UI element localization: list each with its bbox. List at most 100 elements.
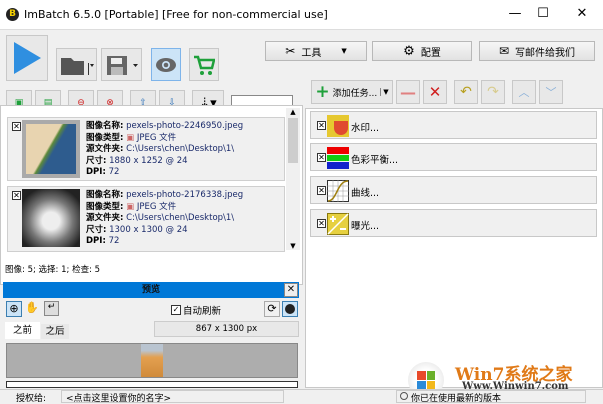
license-name-field[interactable]: <点击这里设置你的名字>: [61, 390, 284, 404]
open-button[interactable]: [56, 48, 97, 81]
exposure-icon: [327, 213, 349, 235]
task-checkbox[interactable]: ✕: [317, 121, 326, 130]
task-label: 曝光...: [351, 221, 380, 232]
dpi-label: DPI:: [86, 167, 106, 177]
redo-button[interactable]: ↷: [481, 80, 505, 104]
app-logo-icon: B: [6, 8, 19, 21]
jpeg-file-icon: ▣: [126, 132, 135, 143]
scroll-up-icon[interactable]: ▲: [286, 108, 300, 116]
scrollbar[interactable]: ▲ ▼: [286, 108, 300, 250]
auto-refresh-label: 自动刷新: [183, 306, 222, 317]
circle-icon: [285, 304, 295, 314]
save-icon: [106, 55, 138, 75]
task-item-watermark[interactable]: ✕ 水印...: [310, 111, 597, 139]
tab-before[interactable]: 之前: [5, 322, 40, 339]
task-label: 曲线...: [351, 188, 380, 199]
chevron-down-icon: ▼: [341, 47, 347, 55]
preview-close-button[interactable]: ✕: [284, 283, 298, 297]
fit-button[interactable]: ↵: [44, 301, 59, 316]
task-checkbox[interactable]: ✕: [317, 219, 326, 228]
minus-icon: —: [400, 82, 416, 102]
save-button[interactable]: [101, 48, 142, 81]
redo-icon: ↷: [487, 84, 499, 100]
task-checkbox[interactable]: ✕: [317, 186, 326, 195]
fit-icon: ↵: [47, 302, 56, 312]
remove-task-button[interactable]: —: [396, 80, 420, 104]
task-label: 水印...: [351, 123, 380, 134]
task-label: 色彩平衡...: [351, 155, 399, 166]
image-type: JPEG 文件: [136, 132, 177, 143]
window-title: ImBatch 6.5.0 [Portable] [Free for non-c…: [24, 8, 328, 21]
image-folder: C:\Users\chen\Desktop\1\: [126, 144, 235, 154]
plus-icon: +: [315, 82, 330, 102]
task-down-button[interactable]: ﹀: [539, 80, 563, 104]
name-label: 图像名称:: [86, 121, 124, 131]
image-list-item[interactable]: ✕ 图像名称: pexels-photo-2246950.jpeg 图像类型: …: [7, 117, 285, 181]
image-thumbnail: [22, 120, 80, 178]
task-item-exposure[interactable]: ✕ 曝光...: [310, 209, 597, 237]
refresh-button[interactable]: ⟳: [264, 301, 280, 317]
add-task-button[interactable]: + 添加任务... ▼: [311, 80, 393, 104]
progress-bar: [6, 381, 298, 388]
tab-after[interactable]: 之后: [41, 324, 69, 339]
settings-button[interactable]: ⚙ 配置: [372, 41, 472, 61]
play-icon: [14, 42, 41, 74]
image-size: 1880 x 1252 @ 24: [109, 155, 188, 166]
watermark-icon: [327, 115, 349, 137]
image-list-item[interactable]: ✕ 图像名称: pexels-photo-2176338.jpeg 图像类型: …: [7, 186, 285, 252]
status-bar: 授权给: <点击这里设置你的名字> 你已在使用最新的版本: [0, 389, 603, 404]
item-checkbox[interactable]: ✕: [12, 191, 21, 200]
name-label: 图像名称:: [86, 190, 124, 200]
jpeg-file-icon: ▣: [126, 201, 135, 212]
image-list: ✕ 图像名称: pexels-photo-2246950.jpeg 图像类型: …: [0, 105, 303, 285]
image-size: 1300 x 1300 @ 24: [109, 224, 188, 235]
image-dpi: 72: [108, 167, 120, 177]
preview-dimensions: 867 x 1300 px: [154, 321, 299, 337]
cart-icon: [194, 55, 215, 75]
dpi-label: DPI:: [86, 236, 106, 246]
preview-toggle-button[interactable]: [151, 48, 181, 81]
tools-button[interactable]: ✂ 工具 ▼: [265, 41, 367, 61]
image-name: pexels-photo-2176338.jpeg: [126, 190, 244, 200]
chevron-down-icon: ▼: [380, 88, 389, 96]
task-item-color-balance[interactable]: ✕ 色彩平衡...: [310, 143, 597, 171]
checkmark-icon: ✓: [171, 305, 181, 315]
gear-icon: ⚙: [403, 43, 415, 59]
item-checkbox[interactable]: ✕: [12, 122, 21, 131]
buy-button[interactable]: [189, 48, 219, 81]
maximize-button[interactable]: ☐: [523, 4, 563, 24]
auto-refresh-checkbox[interactable]: ✓ 自动刷新: [171, 303, 221, 317]
image-dpi: 72: [108, 236, 120, 246]
zoom-tool-button[interactable]: ⊕: [6, 301, 22, 317]
version-status: 你已在使用最新的版本: [396, 390, 586, 404]
hand-icon: ✋: [25, 301, 39, 314]
pan-tool-button[interactable]: ✋: [24, 301, 40, 317]
zoom-icon: ⊕: [9, 302, 19, 315]
record-button[interactable]: [282, 301, 298, 317]
preview-canvas[interactable]: [6, 343, 298, 378]
preview-image: [141, 344, 163, 377]
close-button[interactable]: ✕: [562, 4, 602, 24]
undo-button[interactable]: ↶: [454, 80, 478, 104]
type-label: 图像类型:: [86, 201, 124, 212]
title-bar: B ImBatch 6.5.0 [Portable] [Free for non…: [0, 0, 603, 30]
task-up-button[interactable]: ︿: [512, 80, 536, 104]
image-folder: C:\Users\chen\Desktop\1\: [126, 213, 235, 223]
scroll-down-icon[interactable]: ▼: [286, 242, 300, 250]
refresh-icon: ⟳: [267, 302, 277, 315]
task-item-curves[interactable]: ✕ 曲线...: [310, 176, 597, 204]
size-label: 尺寸:: [86, 155, 107, 166]
eye-icon: [156, 57, 176, 72]
status-circle-icon: [400, 392, 408, 400]
folder-label: 源文件夹:: [86, 213, 124, 223]
email-us-button[interactable]: ✉ 写邮件给我们: [479, 41, 595, 61]
license-label: 授权给:: [16, 394, 47, 404]
scroll-thumb[interactable]: [288, 118, 298, 163]
preview-title: 预览: [141, 285, 160, 295]
image-name: pexels-photo-2246950.jpeg: [126, 121, 244, 131]
task-checkbox[interactable]: ✕: [317, 153, 326, 162]
tools-icon: ✂: [285, 44, 296, 58]
run-button[interactable]: [6, 35, 48, 81]
image-thumbnail: [22, 189, 80, 247]
clear-tasks-button[interactable]: ✕: [423, 80, 447, 104]
